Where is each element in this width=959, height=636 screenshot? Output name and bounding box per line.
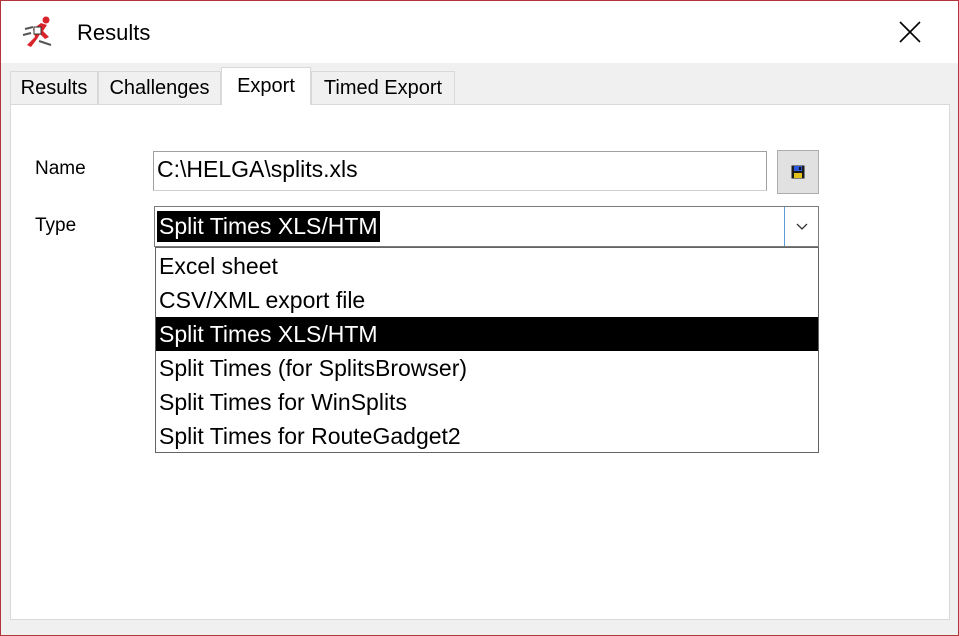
type-dropdown-list: Excel sheet CSV/XML export file Split Ti… (155, 247, 819, 453)
title-bar: Results (1, 1, 958, 63)
tab-challenges[interactable]: Challenges (98, 71, 221, 104)
type-option-splitsbrowser[interactable]: Split Times (for SplitsBrowser) (156, 351, 818, 385)
save-file-button[interactable] (777, 150, 819, 194)
type-label: Type (35, 215, 77, 236)
results-window: Results Results Challenges Export Timed … (0, 0, 959, 636)
type-select[interactable]: Split Times XLS/HTM (154, 206, 819, 247)
orienteering-runner-icon (22, 16, 52, 47)
close-icon (899, 21, 921, 43)
type-option-excel-sheet[interactable]: Excel sheet (156, 249, 818, 283)
type-selected-value: Split Times XLS/HTM (157, 211, 380, 242)
name-label: Name (35, 158, 86, 179)
tab-results[interactable]: Results (10, 71, 98, 104)
dropdown-toggle[interactable] (784, 207, 818, 246)
type-option-routegadget2[interactable]: Split Times for RouteGadget2 (156, 419, 818, 453)
tab-strip: Results Challenges Export Timed Export (1, 63, 958, 105)
tab-timed-export[interactable]: Timed Export (311, 71, 455, 104)
type-option-split-times-xls-htm[interactable]: Split Times XLS/HTM (156, 317, 818, 351)
tab-export[interactable]: Export (221, 67, 311, 105)
type-option-csv-xml[interactable]: CSV/XML export file (156, 283, 818, 317)
floppy-disk-icon (791, 165, 805, 179)
name-field[interactable]: C:\HELGA\splits.xls (153, 151, 767, 191)
close-button[interactable] (885, 9, 935, 55)
type-option-winsplits[interactable]: Split Times for WinSplits (156, 385, 818, 419)
window-title: Results (77, 20, 151, 45)
chevron-down-icon (796, 223, 807, 230)
